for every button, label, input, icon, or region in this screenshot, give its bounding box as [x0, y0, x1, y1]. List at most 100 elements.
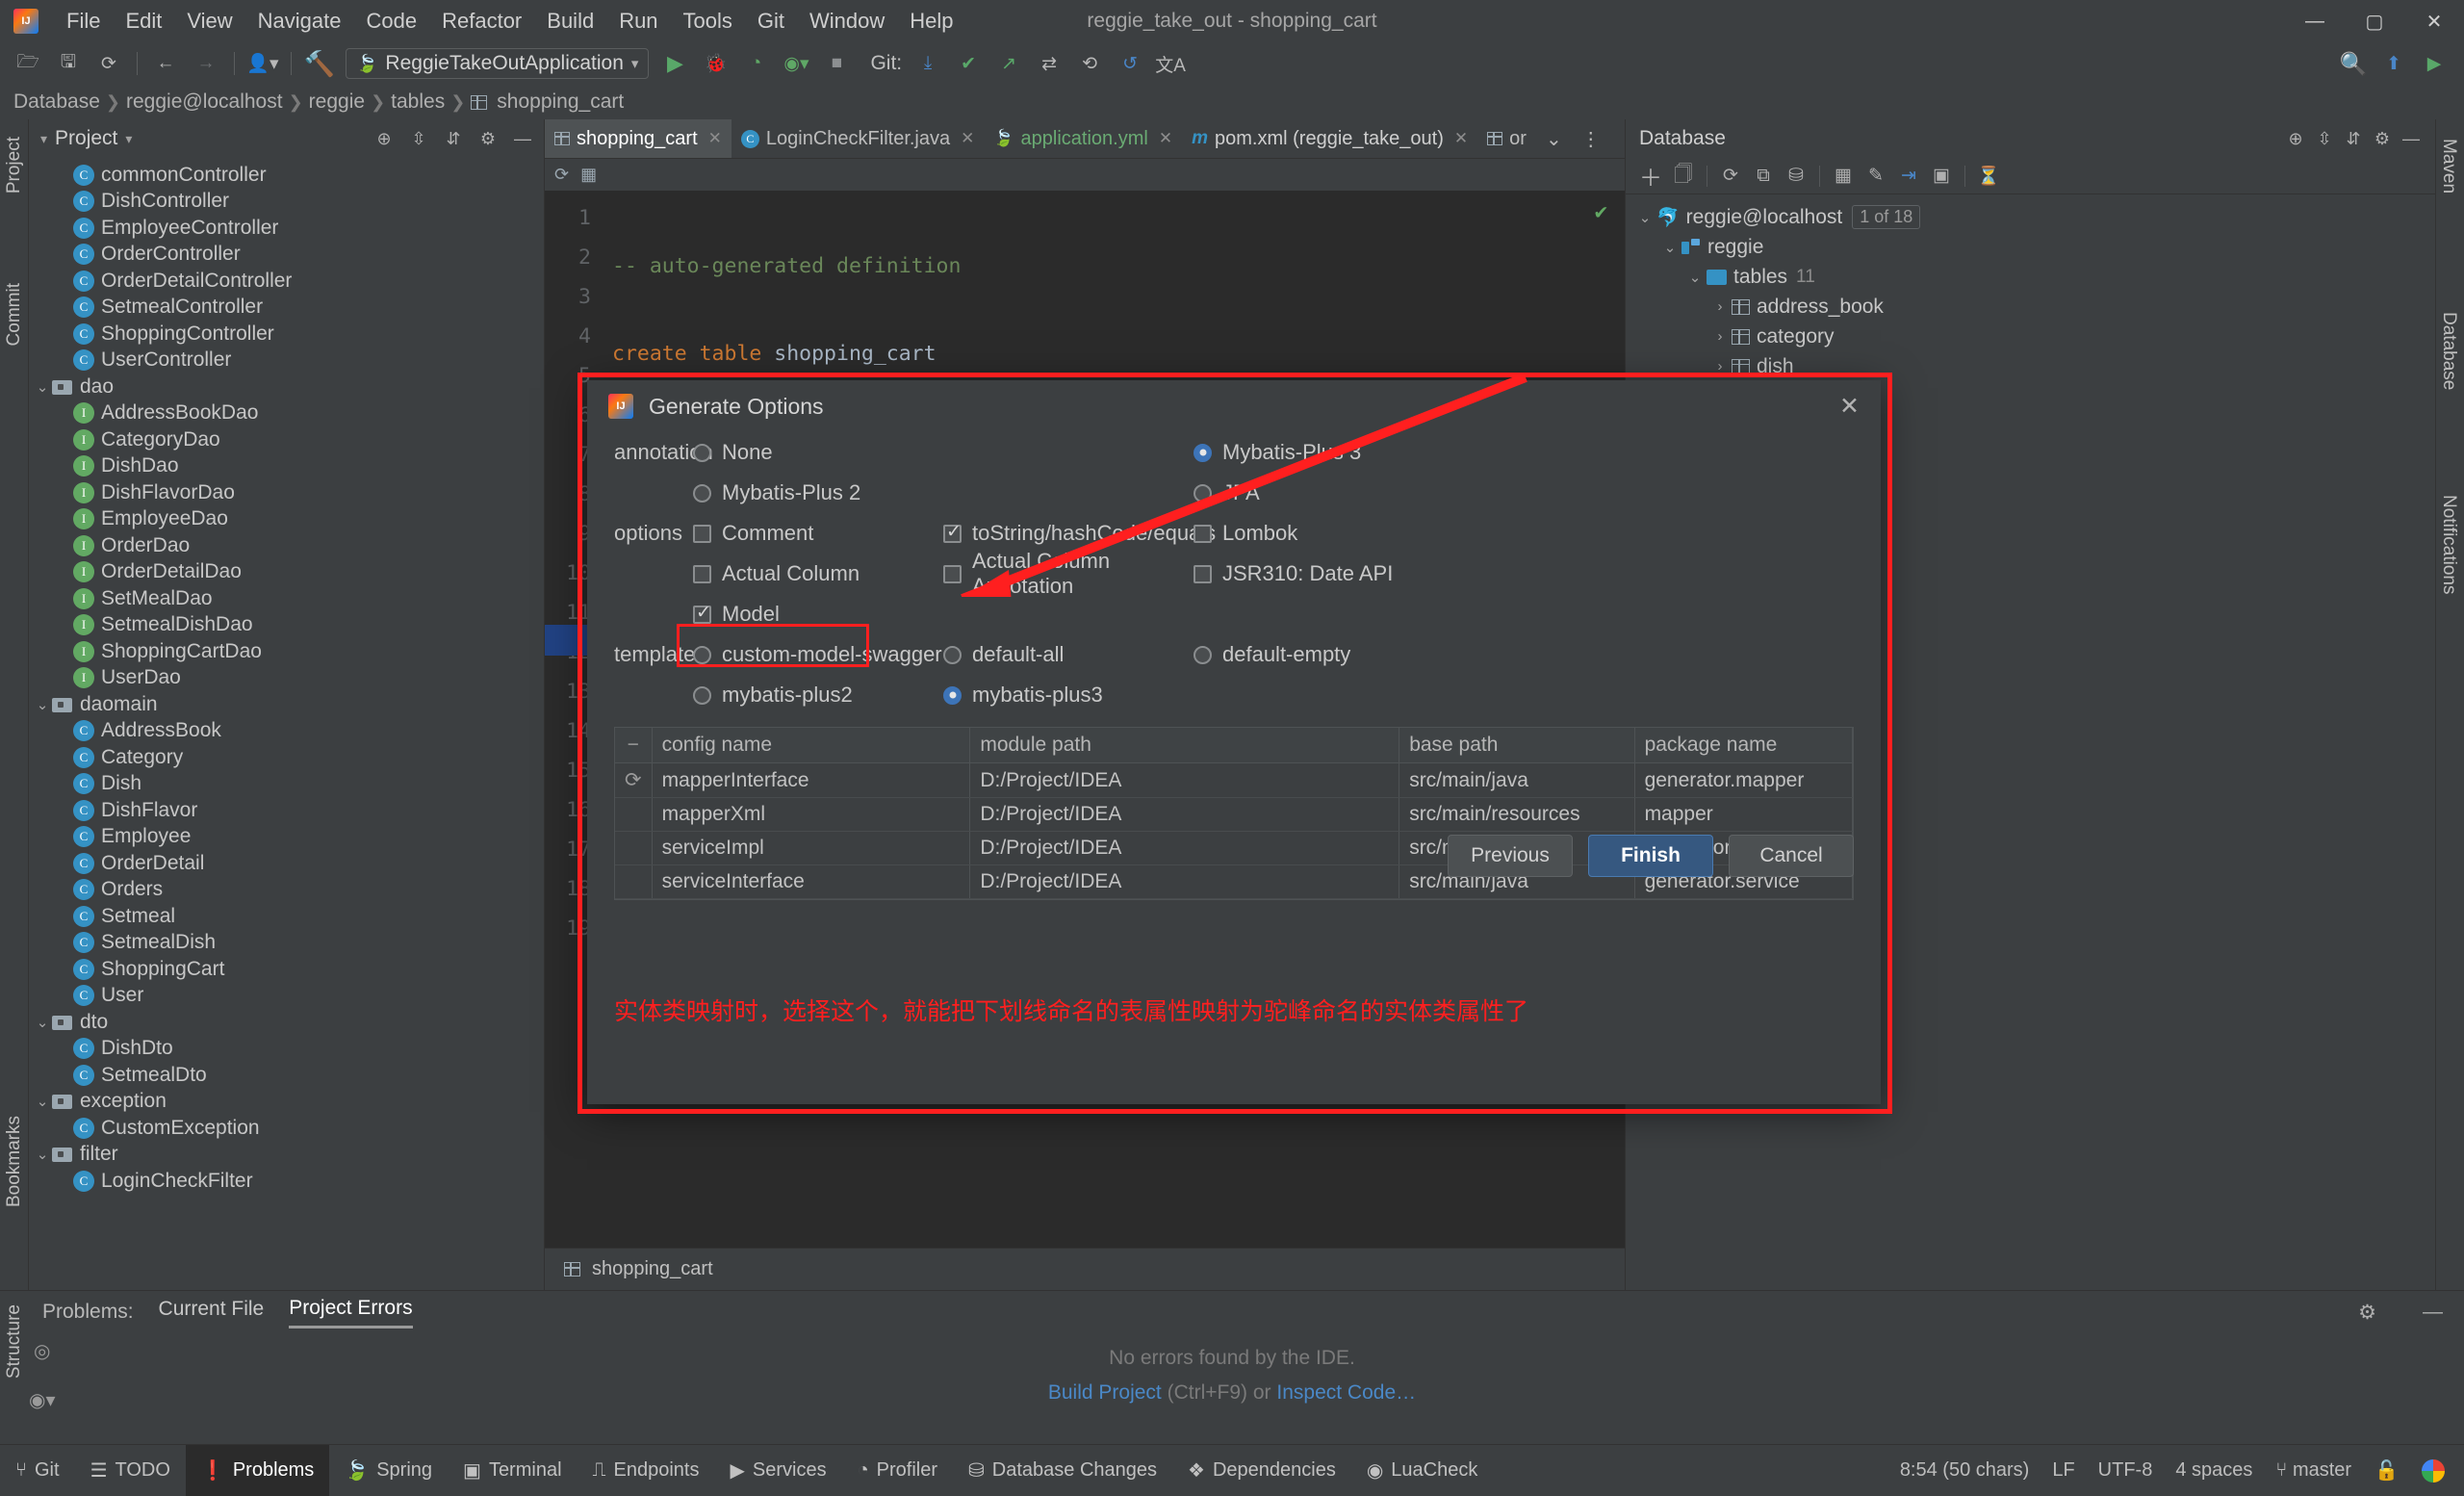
project-tree-folder[interactable]: ⌄ exception — [29, 1089, 544, 1116]
checkbox-lombok[interactable]: Lombok — [1194, 521, 1415, 546]
run-anything-icon[interactable]: ▶ — [2418, 47, 2451, 80]
close-button[interactable]: ✕ — [2404, 0, 2464, 42]
project-tree-item[interactable]: C EmployeeController — [29, 215, 544, 242]
gear-icon[interactable]: ⚙ — [2368, 125, 2397, 152]
unlock-icon[interactable]: 🔓 — [2374, 1458, 2399, 1483]
project-tree-item[interactable]: C AddressBook — [29, 718, 544, 745]
close-tab-icon[interactable]: ✕ — [708, 129, 722, 148]
sync-scheme-icon[interactable]: ⧉ — [1748, 162, 1779, 191]
bottom-tab-problems[interactable]: ❗ Problems — [185, 1444, 330, 1496]
project-tree-item[interactable]: CcommonController — [29, 162, 544, 189]
menu-run[interactable]: Run — [606, 5, 670, 38]
checkbox-jsr310-date-api[interactable]: JSR310: Date API — [1194, 561, 1415, 586]
menu-help[interactable]: Help — [897, 5, 965, 38]
bottom-tab-terminal[interactable]: ▣ Terminal — [448, 1445, 577, 1496]
project-tree-folder[interactable]: ⌄ daomain — [29, 691, 544, 718]
tool-window-bookmarks[interactable]: Bookmarks — [4, 1116, 25, 1207]
locate-file-icon[interactable]: ⊕ — [371, 125, 398, 152]
project-tree-item[interactable]: I EmployeeDao — [29, 506, 544, 533]
expand-all-icon[interactable]: ⇳ — [2310, 125, 2339, 152]
editor-tab[interactable]: C LoginCheckFilter.java ✕ — [732, 119, 984, 158]
hide-panel-icon[interactable]: — — [509, 125, 536, 152]
breadcrumb-item-schema[interactable]: reggie — [309, 90, 365, 114]
breadcrumb-item-database[interactable]: Database — [13, 90, 100, 114]
project-tree-item[interactable]: C Setmeal — [29, 903, 544, 930]
checkbox-actual-column-annotation[interactable]: Actual Column Annotation — [943, 549, 1194, 599]
build-project-link[interactable]: Build Project — [1048, 1381, 1162, 1404]
project-tree-folder[interactable]: ⌄ dto — [29, 1009, 544, 1036]
database-tree[interactable]: ⌄ 🐬 reggie@localhost 1 of 18 ⌄ reggie ⌄ tables 1… — [1626, 194, 2435, 411]
breadcrumb-item-connection[interactable]: reggie@localhost — [126, 90, 283, 114]
status-caret-position[interactable]: 8:54 (50 chars) — [1900, 1459, 2030, 1482]
menu-refactor[interactable]: Refactor — [429, 5, 534, 38]
search-icon[interactable]: 🔍 — [2337, 47, 2370, 80]
edit-icon[interactable]: ✎ — [1861, 162, 1891, 191]
project-tree-item[interactable]: I OrderDetailDao — [29, 559, 544, 586]
gear-icon[interactable]: ⚙ — [475, 125, 501, 152]
undo-icon[interactable]: ↺ — [1114, 47, 1146, 80]
radio-annotation-mybatis-plus-2[interactable]: Mybatis-Plus 2 — [693, 480, 943, 505]
open-folder-icon[interactable]: 🗁 — [12, 47, 44, 80]
tool-window-maven[interactable]: Maven — [2438, 139, 2459, 193]
project-tree-item[interactable]: C Dish — [29, 771, 544, 798]
project-tree-folder[interactable]: ⌄ dao — [29, 374, 544, 400]
menu-build[interactable]: Build — [534, 5, 606, 38]
project-scope-chevron-icon[interactable]: ▾ — [125, 131, 132, 147]
menu-window[interactable]: Window — [797, 5, 897, 38]
build-hammer-icon[interactable]: 🔨 — [303, 47, 336, 80]
minimize-icon[interactable]: — — [2397, 125, 2426, 152]
refresh-icon[interactable]: ⟳ — [1715, 162, 1746, 191]
bottom-tab-endpoints[interactable]: ⎍ Endpoints — [578, 1445, 715, 1496]
project-tree-item[interactable]: I DishFlavorDao — [29, 479, 544, 506]
git-push-icon[interactable]: ↗ — [992, 47, 1025, 80]
radio-annotation-jpa[interactable]: JPA — [1194, 480, 1415, 505]
chevron-down-icon[interactable]: ⌄ — [1683, 269, 1707, 286]
project-tree[interactable]: CcommonController C DishController C Employe… — [29, 158, 544, 1195]
maximize-button[interactable]: ▢ — [2345, 0, 2404, 42]
project-tree-item[interactable]: C LoginCheckFilter — [29, 1168, 544, 1195]
project-tree-item[interactable]: I AddressBookDao — [29, 400, 544, 427]
menu-tools[interactable]: Tools — [671, 5, 745, 38]
close-tab-icon[interactable]: ✕ — [1454, 129, 1468, 148]
collapse-all-icon[interactable]: ⇵ — [440, 125, 467, 152]
bottom-tab-profiler[interactable]: ◔ Profiler — [842, 1445, 953, 1496]
debug-icon[interactable]: 🐞 — [699, 47, 732, 80]
menu-navigate[interactable]: Navigate — [245, 5, 354, 38]
close-icon[interactable]: ✕ — [1839, 392, 1860, 421]
filter-icon[interactable]: ⏳ — [1973, 162, 2004, 191]
translate-icon[interactable]: 文A — [1154, 47, 1187, 80]
close-tab-icon[interactable]: ✕ — [1159, 129, 1172, 148]
gear-icon[interactable]: ⚙ — [2358, 1301, 2376, 1325]
project-tree-item[interactable]: I CategoryDao — [29, 426, 544, 453]
git-history-icon[interactable]: ⇄ — [1033, 47, 1065, 80]
user-icon[interactable]: 👤▾ — [246, 47, 279, 80]
cancel-button[interactable]: Cancel — [1729, 835, 1854, 877]
collapse-all-icon[interactable]: ⇵ — [2339, 125, 2368, 152]
project-tree-item[interactable]: C OrderDetailController — [29, 268, 544, 295]
radio-template-default-all[interactable]: default-all — [943, 642, 1194, 667]
forward-arrow-icon[interactable]: → — [190, 47, 222, 80]
refresh-icon[interactable]: ⟳ — [554, 165, 569, 185]
menu-code[interactable]: Code — [354, 5, 430, 38]
updates-icon[interactable]: ⬆ — [2377, 47, 2410, 80]
add-icon[interactable]: ＋ — [1635, 162, 1666, 192]
bottom-tab-dependencies[interactable]: ❖ Dependencies — [1172, 1445, 1351, 1496]
status-line-separator[interactable]: LF — [2052, 1459, 2074, 1482]
project-tree-item[interactable]: C Orders — [29, 877, 544, 904]
project-tree-item[interactable]: C SetmealController — [29, 295, 544, 322]
chevron-right-icon[interactable]: › — [1708, 358, 1732, 374]
chevron-down-icon[interactable]: ⌄ — [33, 378, 52, 396]
db-stop-icon[interactable]: ⛁ — [1781, 162, 1811, 191]
target-icon[interactable]: ⊕ — [2281, 125, 2310, 152]
editor-tab[interactable]: or — [1477, 119, 1536, 158]
project-tree-item[interactable]: C Category — [29, 744, 544, 771]
chevron-down-icon[interactable]: ⌄ — [1658, 239, 1681, 256]
tool-window-notifications[interactable]: Notifications — [2438, 495, 2459, 595]
chevron-down-icon[interactable]: ⌄ — [33, 1014, 52, 1031]
project-tree-item[interactable]: C UserController — [29, 348, 544, 374]
project-tree-item[interactable]: C SetmealDto — [29, 1062, 544, 1089]
tab-current-file[interactable]: Current File — [159, 1298, 265, 1327]
project-tree-item[interactable]: C User — [29, 983, 544, 1010]
radio-annotation-none[interactable]: None — [693, 440, 943, 465]
run-with-coverage-icon[interactable]: ◔ — [739, 47, 772, 80]
